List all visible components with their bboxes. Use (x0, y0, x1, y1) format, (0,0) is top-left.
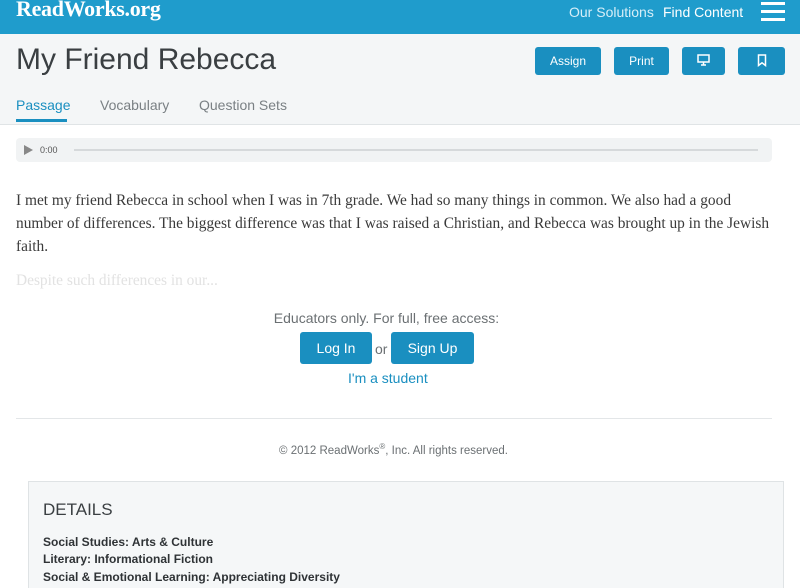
detail-line: Social Studies: Arts & Culture (43, 535, 214, 549)
present-button[interactable] (682, 47, 725, 75)
audio-player: 0:00 (16, 138, 772, 162)
audio-time: 0:00 (40, 145, 58, 155)
copyright-text: © 2012 ReadWorks®, Inc. All rights reser… (0, 442, 787, 457)
nav-find-content[interactable]: Find Content (663, 4, 743, 20)
presentation-icon (697, 54, 710, 66)
assign-button[interactable]: Assign (535, 47, 601, 75)
copyright-suffix: , Inc. All rights reserved. (385, 444, 508, 457)
student-link[interactable]: I'm a student (348, 370, 428, 386)
print-button[interactable]: Print (614, 47, 669, 75)
hamburger-menu-icon[interactable] (761, 2, 785, 22)
audio-progress-track[interactable] (74, 149, 758, 151)
page-header: My Friend Rebecca Assign Print Passage V… (0, 34, 800, 125)
detail-line: Social & Emotional Learning: Appreciatin… (43, 570, 340, 584)
bookmark-icon (757, 54, 766, 68)
copyright-prefix: © 2012 ReadWorks (279, 444, 380, 457)
or-separator: or (375, 341, 388, 357)
details-panel: DETAILS Social Studies: Arts & Culture L… (28, 481, 784, 588)
access-prompt: Educators only. For full, free access: (273, 310, 500, 326)
passage-faded-text: Despite such differences in our... (16, 272, 218, 289)
readworks-logo[interactable]: ReadWorks.org (16, 0, 161, 24)
footer-divider (16, 418, 772, 419)
active-tab-indicator (16, 119, 67, 122)
login-button[interactable]: Log In (300, 332, 372, 364)
tab-passage[interactable]: Passage (16, 97, 70, 113)
bookmark-button[interactable] (738, 47, 785, 75)
play-icon[interactable] (24, 145, 33, 155)
passage-text: I met my friend Rebecca in school when I… (16, 192, 770, 255)
nav-our-solutions[interactable]: Our Solutions (569, 4, 654, 20)
page-title: My Friend Rebecca (16, 43, 277, 76)
details-title: DETAILS (43, 500, 113, 519)
top-nav-bar: ReadWorks.org Our Solutions Find Content (0, 0, 800, 34)
signup-button[interactable]: Sign Up (391, 332, 474, 364)
detail-line: Literary: Informational Fiction (43, 552, 214, 566)
tab-question-sets[interactable]: Question Sets (199, 97, 287, 113)
tab-vocabulary[interactable]: Vocabulary (100, 97, 169, 113)
